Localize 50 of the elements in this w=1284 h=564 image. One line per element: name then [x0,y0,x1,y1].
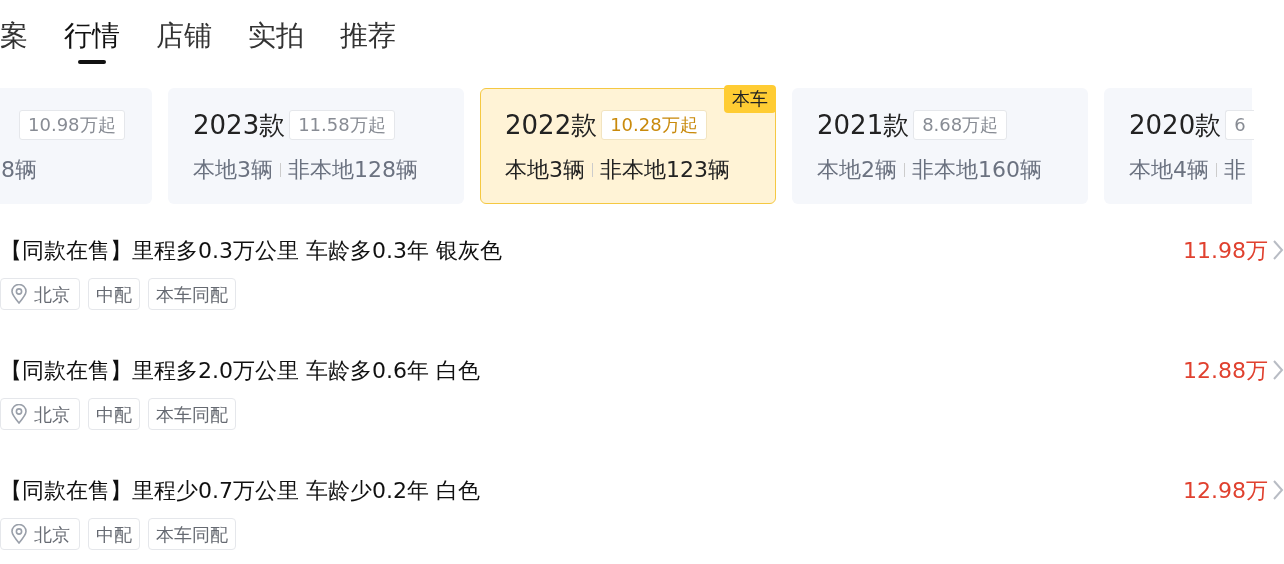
tab[interactable]: 实拍 [248,16,304,64]
listing-title[interactable]: 【同款在售】里程多2.0万公里 车龄多0.6年 白色 [0,353,480,387]
local-count: 本地4辆 [1129,156,1209,184]
config-tag: 本车同配 [148,278,236,310]
listing-price: 12.88万 [1183,356,1268,385]
chevron-right-icon[interactable] [1272,359,1284,381]
nonlocal-count: 非本地128辆 [288,156,418,184]
location-pin-icon [10,404,28,424]
model-year: 2020款 [1129,108,1222,142]
config-tag: 中配 [88,398,140,430]
model-year-card[interactable]: 10.98万起 8辆 [0,88,152,204]
model-year-card[interactable]: 2020款 6 本地4辆 非 [1104,88,1252,204]
model-year: 2021款 [817,108,910,142]
tab[interactable]: 行情 [64,16,120,64]
config-tag: 本车同配 [148,518,236,550]
local-count: 本地3辆 [193,156,273,184]
starting-price: 6 [1225,110,1254,140]
config-tag: 中配 [88,518,140,550]
location-label: 北京 [34,402,70,427]
nonlocal-count: 非本地160辆 [912,156,1042,184]
config-tag: 中配 [88,278,140,310]
model-year: 2022款 [505,108,598,142]
nonlocal-count: 非 [1224,156,1246,184]
chevron-right-icon[interactable] [1272,479,1284,501]
location-pin-icon [10,284,28,304]
tab[interactable]: 推荐 [340,16,396,64]
nonlocal-count: 非本地123辆 [600,156,730,184]
listing-title[interactable]: 【同款在售】里程少0.7万公里 车龄少0.2年 白色 [0,473,480,507]
local-count: 本地3辆 [505,156,585,184]
model-year-card[interactable]: 本车 2022款 10.28万起 本地3辆 非本地123辆 [480,88,776,204]
model-year-card[interactable]: 2021款 8.68万起 本地2辆 非本地160辆 [792,88,1088,204]
listing-price: 12.98万 [1183,476,1268,505]
listing-title[interactable]: 【同款在售】里程多0.3万公里 车龄多0.3年 银灰色 [0,233,502,267]
tab[interactable]: 店铺 [156,16,212,64]
starting-price: 10.28万起 [601,110,707,140]
location-pin-icon [10,524,28,544]
listing-price: 11.98万 [1183,236,1268,265]
chevron-right-icon[interactable] [1272,239,1284,261]
config-tag: 本车同配 [148,398,236,430]
tab[interactable]: 案 [0,16,28,64]
starting-price: 10.98万起 [19,110,125,140]
starting-price: 11.58万起 [289,110,395,140]
current-car-badge: 本车 [724,85,776,113]
model-year-card[interactable]: 2023款 11.58万起 本地3辆 非本地128辆 [168,88,464,204]
nonlocal-count: 8辆 [1,156,37,184]
model-year: 2023款 [193,108,286,142]
local-count: 本地2辆 [817,156,897,184]
location-label: 北京 [34,282,70,307]
location-label: 北京 [34,522,70,547]
starting-price: 8.68万起 [913,110,1008,140]
